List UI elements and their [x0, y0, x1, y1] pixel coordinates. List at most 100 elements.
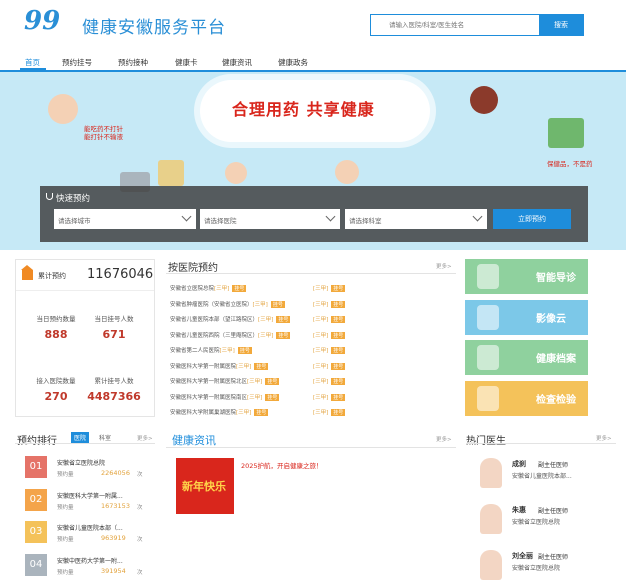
register-tag[interactable]: 挂号 — [331, 316, 346, 323]
register-tag[interactable]: 挂号 — [270, 300, 285, 308]
stat-total-registered: 累计挂号人数 4487366 — [87, 377, 141, 403]
doctor-card[interactable]: 朱惠 副主任医师 安徽省立医院总院 — [480, 504, 616, 542]
tile-label: 健康档案 — [536, 354, 576, 365]
hospital-link[interactable]: [三甲] 挂号 — [313, 393, 346, 401]
site-header: 99 健康安徽服务平台 搜索 — [0, 0, 626, 52]
stats-panel: 累计预约 11676046 当日预约数量 888 当日挂号人数 671 接入医院… — [15, 259, 155, 417]
hospital-link[interactable]: 安徽医科大学第一附属医院北区[三甲] 挂号 — [170, 377, 280, 385]
ranking-item[interactable]: 01 安徽省立医院总院 预约量 2264056 次 — [25, 456, 155, 482]
tab-hospital[interactable]: 医院 — [71, 432, 90, 443]
tile-illustration-icon — [477, 385, 499, 411]
rank-number: 03 — [25, 521, 47, 543]
more-link[interactable]: 更多> — [137, 434, 153, 442]
rank-hospital-name: 安徽省立医院总院 — [57, 460, 106, 467]
hero-banner[interactable]: 合理用药 共享健康 能吃药不打针 能打针不输液 保健品，不是药 快速预约 请选择… — [0, 72, 626, 250]
tab-department[interactable]: 科室 — [99, 433, 111, 442]
register-tag[interactable]: 挂号 — [331, 393, 346, 401]
more-link[interactable]: 更多> — [436, 262, 452, 270]
register-tag[interactable]: 挂号 — [276, 316, 291, 323]
ranking-item[interactable]: 02 安徽医科大学第一附属... 预约量 1673153 次 — [25, 488, 155, 515]
news-headline[interactable]: 2025护航，开启健康之旅！ — [241, 460, 323, 470]
hospital-link[interactable]: 安徽省儿童医院本部（望江路院区）[三甲] 挂号 — [170, 315, 291, 323]
hospital-link[interactable]: 安徽省肿瘤医院（安徽省立医院）[三甲] 挂号 — [170, 300, 285, 308]
rank-unit: 次 — [137, 504, 143, 511]
register-tag[interactable]: 挂号 — [265, 378, 280, 385]
building-icon — [21, 265, 33, 280]
nav-home[interactable]: 首页 — [25, 57, 40, 68]
register-tag[interactable]: 挂号 — [331, 362, 346, 370]
ranking-item[interactable]: 03 安徽省儿童医院本部（... 预约量 963919 次 — [25, 521, 155, 547]
doctor-card[interactable]: 成刹 副主任医师 安徽省儿童医院本部... — [480, 458, 616, 496]
dept-select[interactable]: 请选择科室 — [345, 209, 487, 229]
hospital-link[interactable]: 安徽省立医院总院[三甲] 挂号 — [170, 284, 247, 292]
logo-mark: 99 — [24, 6, 61, 36]
tile-label: 智能导诊 — [536, 273, 576, 284]
register-tag[interactable]: 挂号 — [254, 362, 269, 370]
hospital-link[interactable]: [三甲] 挂号 — [313, 300, 346, 308]
hospital-link[interactable]: [三甲] 挂号 — [313, 331, 346, 339]
doctor-avatar — [480, 458, 502, 488]
hot-doctors-section: 热门医生 更多> 成刹 副主任医师 安徽省儿童医院本部... 朱惠 副主任医师 安徽省立医… — [466, 430, 616, 585]
ranking-item[interactable]: 04 安徽中医药大学第一附... 预约量 391954 次 — [25, 553, 155, 580]
hospital-level: [三甲] — [258, 332, 274, 339]
register-tag[interactable]: 挂号 — [331, 378, 346, 385]
doctor-card[interactable]: 刘全丽 副主任医师 安徽省立医院总院 — [480, 550, 616, 588]
stat-today-booking: 当日预约数量 888 — [36, 315, 76, 341]
city-select[interactable]: 请选择城市 — [54, 209, 196, 229]
register-tag[interactable]: 挂号 — [331, 285, 346, 292]
hospital-select[interactable]: 请选择医院 — [200, 209, 340, 229]
service-tile[interactable]: 影像云 — [465, 299, 588, 335]
rank-unit: 次 — [137, 569, 143, 576]
register-tag[interactable]: 挂号 — [237, 347, 252, 354]
hospital-link[interactable]: [三甲] 挂号 — [313, 362, 346, 370]
search-input[interactable] — [371, 15, 541, 35]
tile-illustration-icon — [477, 345, 499, 370]
hospital-link[interactable]: [三甲] 挂号 — [313, 315, 346, 323]
hospital-level: [三甲] — [252, 301, 268, 308]
hospital-link[interactable]: 安徽医科大学附属巢湖医院[三甲] 挂号 — [170, 408, 269, 416]
news-image[interactable]: 新年快乐 — [176, 458, 234, 514]
nurse-illustration — [225, 162, 247, 184]
register-tag[interactable]: 挂号 — [331, 409, 346, 416]
site-logo[interactable]: 99 健康安徽服务平台 — [24, 6, 234, 40]
rank-count: 1673153 — [101, 501, 130, 510]
register-tag[interactable]: 挂号 — [331, 347, 346, 354]
register-tag[interactable]: 挂号 — [331, 331, 346, 339]
main-nav: 首页 预约挂号 预约接种 健康卡 健康资讯 健康政务 — [0, 52, 626, 72]
hospital-link[interactable]: [三甲] 挂号 — [313, 346, 346, 354]
hospital-link[interactable]: [三甲] 挂号 — [313, 408, 346, 416]
tile-illustration-icon — [477, 304, 499, 330]
register-tag[interactable]: 挂号 — [265, 393, 280, 401]
rank-number: 02 — [25, 488, 47, 511]
more-link[interactable]: 更多> — [596, 434, 612, 442]
hospital-link[interactable]: [三甲] 挂号 — [313, 377, 346, 385]
nav-active-indicator — [20, 68, 46, 70]
register-tag[interactable]: 挂号 — [254, 409, 269, 416]
hospital-link[interactable]: 安徽省儿童医院西院（三里庵院区）[三甲] 挂号 — [170, 331, 291, 339]
nav-vaccination[interactable]: 预约接种 — [118, 57, 148, 68]
hospital-level: [三甲] — [236, 410, 252, 416]
doctor-title: 副主任医师 — [538, 554, 569, 561]
hospital-link[interactable]: 安徽省第二人民医院[三甲] 挂号 — [170, 346, 252, 354]
hospital-level: [三甲] — [313, 301, 329, 308]
nav-appointment[interactable]: 预约挂号 — [62, 57, 92, 68]
service-tile[interactable]: 检查检验 — [465, 380, 588, 416]
more-link[interactable]: 更多> — [436, 435, 452, 443]
register-tag[interactable]: 挂号 — [232, 285, 247, 292]
register-tag[interactable]: 挂号 — [276, 331, 291, 339]
search-button[interactable]: 搜索 — [539, 15, 583, 35]
hospital-link[interactable]: [三甲] 挂号 — [313, 284, 346, 292]
hospital-name: 安徽省肿瘤医院（安徽省立医院） — [170, 301, 253, 308]
tile-illustration-icon — [477, 264, 499, 289]
nav-health-affairs[interactable]: 健康政务 — [278, 57, 308, 68]
health-news-section: 健康资讯 更多> 新年快乐 2025护航，开启健康之旅！ — [166, 430, 456, 585]
book-now-button[interactable]: 立即预约 — [493, 209, 571, 229]
hospital-link[interactable]: 安徽医科大学第一附属医院[三甲] 挂号 — [170, 362, 269, 370]
nav-health-card[interactable]: 健康卡 — [175, 57, 198, 68]
service-tile[interactable]: 智能导诊 — [465, 259, 588, 294]
hospital-name: 安徽省儿童医院本部（望江路院区） — [170, 317, 259, 323]
service-tile[interactable]: 健康档案 — [465, 340, 588, 375]
hospital-link[interactable]: 安徽医科大学第一附属医院南区[三甲] 挂号 — [170, 393, 280, 401]
register-tag[interactable]: 挂号 — [331, 300, 346, 308]
nav-health-news[interactable]: 健康资讯 — [222, 57, 252, 68]
